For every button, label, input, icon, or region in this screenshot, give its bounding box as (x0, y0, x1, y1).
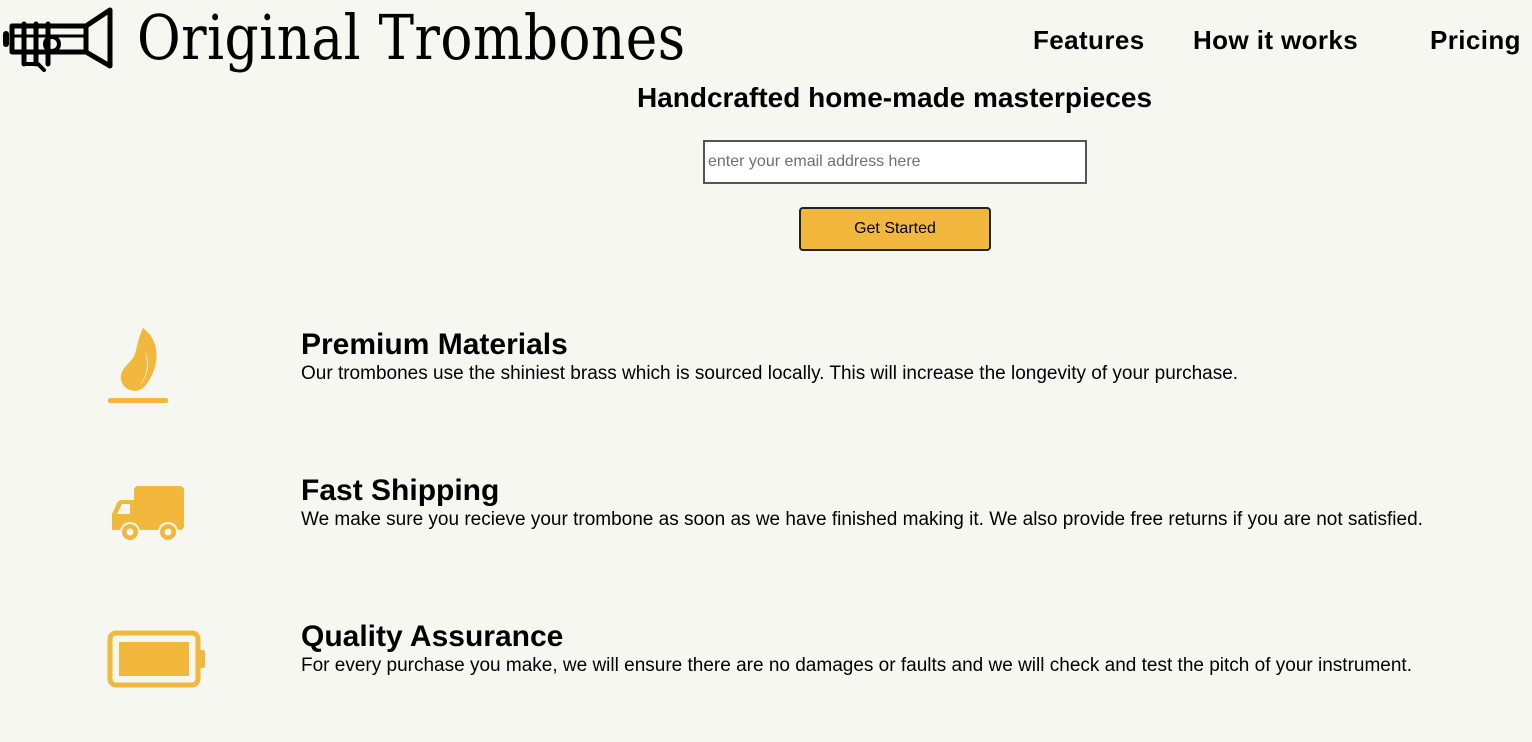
nav-link-pricing[interactable]: Pricing (1430, 24, 1521, 56)
feature-description: Our trombones use the shiniest brass whi… (301, 363, 1239, 384)
site-header: Original Trombones Features How it works… (0, 0, 1532, 80)
feature-title: Quality Assurance (301, 620, 564, 653)
feature-title: Fast Shipping (301, 474, 500, 507)
nav-link-how-it-works[interactable]: How it works (1193, 24, 1358, 56)
nav-link-features[interactable]: Features (1033, 24, 1145, 56)
trombone-logo-icon[interactable] (2, 4, 114, 72)
feature-title: Premium Materials (301, 328, 568, 361)
email-input[interactable] (703, 140, 1087, 184)
feature-description: For every purchase you make, we will ens… (301, 655, 1412, 676)
hero-title: Handcrafted home-made masterpieces (636, 82, 1153, 113)
get-started-button[interactable]: Get Started (799, 207, 991, 251)
battery-full-icon (107, 630, 205, 688)
feature-description: We make sure you recieve your trombone a… (301, 509, 1423, 530)
truck-icon (112, 486, 184, 542)
brand-name: Original Trombones (137, 1, 686, 74)
fire-icon (108, 328, 168, 403)
